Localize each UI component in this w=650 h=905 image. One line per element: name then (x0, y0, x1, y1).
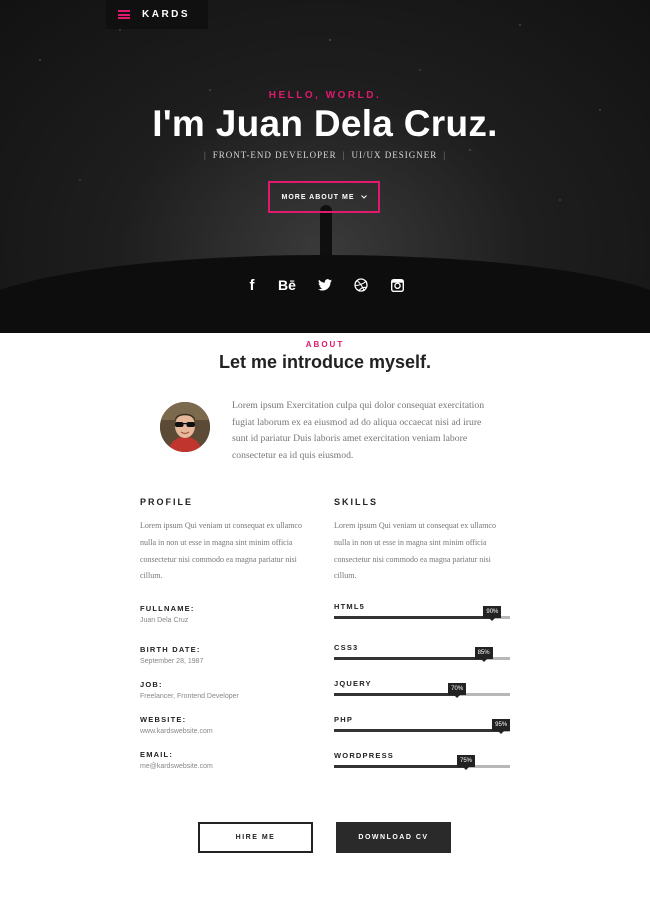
skill-percent-tooltip: 70% (448, 683, 467, 698)
silhouette-figure (320, 205, 332, 260)
info-birth-date: BIRTH DATE: September 28, 1987 (140, 645, 320, 665)
skill-bar: WORDPRESS 75% (334, 751, 510, 773)
skill-fill (334, 765, 466, 768)
skill-bar: JQUERY 70% (334, 679, 510, 701)
brand-name[interactable]: KARDS (142, 9, 190, 20)
social-links: f Bē (0, 276, 650, 294)
website-link[interactable]: www.kardswebsite.com (140, 728, 320, 735)
role-separator: | (203, 150, 207, 160)
skill-name: WORDPRESS (334, 751, 394, 760)
twitter-icon[interactable] (316, 276, 334, 294)
chevron-down-icon (360, 195, 367, 199)
hero-title: I'm Juan Dela Cruz. (152, 103, 498, 144)
info-job: JOB: Freelancer, Frontend Developer (140, 680, 320, 700)
role-separator: | (443, 150, 447, 160)
skill-name: JQUERY (334, 679, 372, 688)
info-website: WEBSITE: www.kardswebsite.com (140, 715, 320, 735)
skill-percent-tooltip: 90% (483, 606, 502, 621)
profile-heading: PROFILE (140, 497, 194, 507)
dribbble-icon[interactable] (353, 276, 369, 294)
skill-bar: CSS3 85% (334, 643, 510, 665)
skill-bar: PHP 95% (334, 715, 511, 737)
info-fullname: FULLNAME: Juan Dela Cruz (140, 604, 320, 624)
skills-heading: SKILLS (334, 497, 379, 507)
intro-paragraph: Lorem ipsum Exercitation culpa qui dolor… (232, 400, 485, 461)
profile-text: Lorem ipsum Qui veniam ut consequat ex u… (140, 521, 302, 581)
info-value: Juan Dela Cruz (140, 617, 189, 624)
skill-track: 95% (334, 719, 511, 734)
brand-bar: KARDS (106, 0, 208, 29)
skill-percent-tooltip: 95% (492, 719, 511, 734)
info-label: EMAIL: (140, 750, 174, 759)
skills-text: Lorem ipsum Qui veniam ut consequat ex u… (334, 521, 496, 581)
behance-icon[interactable]: Bē (276, 276, 298, 294)
role-separator: | (342, 150, 346, 160)
info-label: WEBSITE: (140, 715, 187, 724)
hero-greeting: HELLO, WORLD. (268, 90, 382, 101)
role-1: FRONT-END DEVELOPER (212, 150, 337, 160)
about-title: Let me introduce myself. (218, 352, 432, 372)
skill-fill (334, 616, 493, 619)
download-cv-button[interactable]: DOWNLOAD CV (336, 822, 451, 853)
skill-bar: HTML5 90% (334, 602, 510, 624)
skill-track: 85% (334, 647, 510, 662)
skill-track: 75% (334, 755, 510, 770)
skill-fill (334, 693, 458, 696)
skill-fill (334, 729, 502, 732)
info-label: JOB: (140, 680, 163, 689)
skill-name: PHP (334, 715, 354, 724)
skill-name: HTML5 (334, 602, 365, 611)
more-about-me-label: MORE ABOUT ME (281, 193, 355, 201)
instagram-icon[interactable] (389, 276, 405, 294)
hero-roles: | FRONT-END DEVELOPER | UI/UX DESIGNER | (0, 150, 650, 160)
skill-track: 70% (334, 683, 510, 698)
info-email: EMAIL: me@kardswebsite.com (140, 750, 320, 770)
hamburger-icon[interactable] (118, 10, 130, 19)
skill-fill (334, 657, 484, 660)
email-link[interactable]: me@kardswebsite.com (140, 763, 320, 770)
skill-percent-tooltip: 85% (474, 647, 493, 662)
info-value: September 28, 1987 (140, 658, 204, 665)
about-kicker: ABOUT (305, 340, 345, 349)
skill-track: 90% (334, 606, 510, 621)
info-value: Freelancer, Frontend Developer (140, 693, 239, 700)
skill-percent-tooltip: 75% (456, 755, 476, 770)
more-about-me-button[interactable]: MORE ABOUT ME (268, 181, 380, 213)
hero-section: KARDS HELLO, WORLD. I'm Juan Dela Cruz. … (0, 0, 650, 333)
info-label: BIRTH DATE: (140, 645, 201, 654)
facebook-icon[interactable]: f (245, 276, 259, 294)
avatar (160, 402, 210, 452)
skill-name: CSS3 (334, 643, 359, 652)
info-label: FULLNAME: (140, 604, 195, 613)
hire-me-button[interactable]: HIRE ME (198, 822, 313, 853)
role-2: UI/UX DESIGNER (351, 150, 438, 160)
